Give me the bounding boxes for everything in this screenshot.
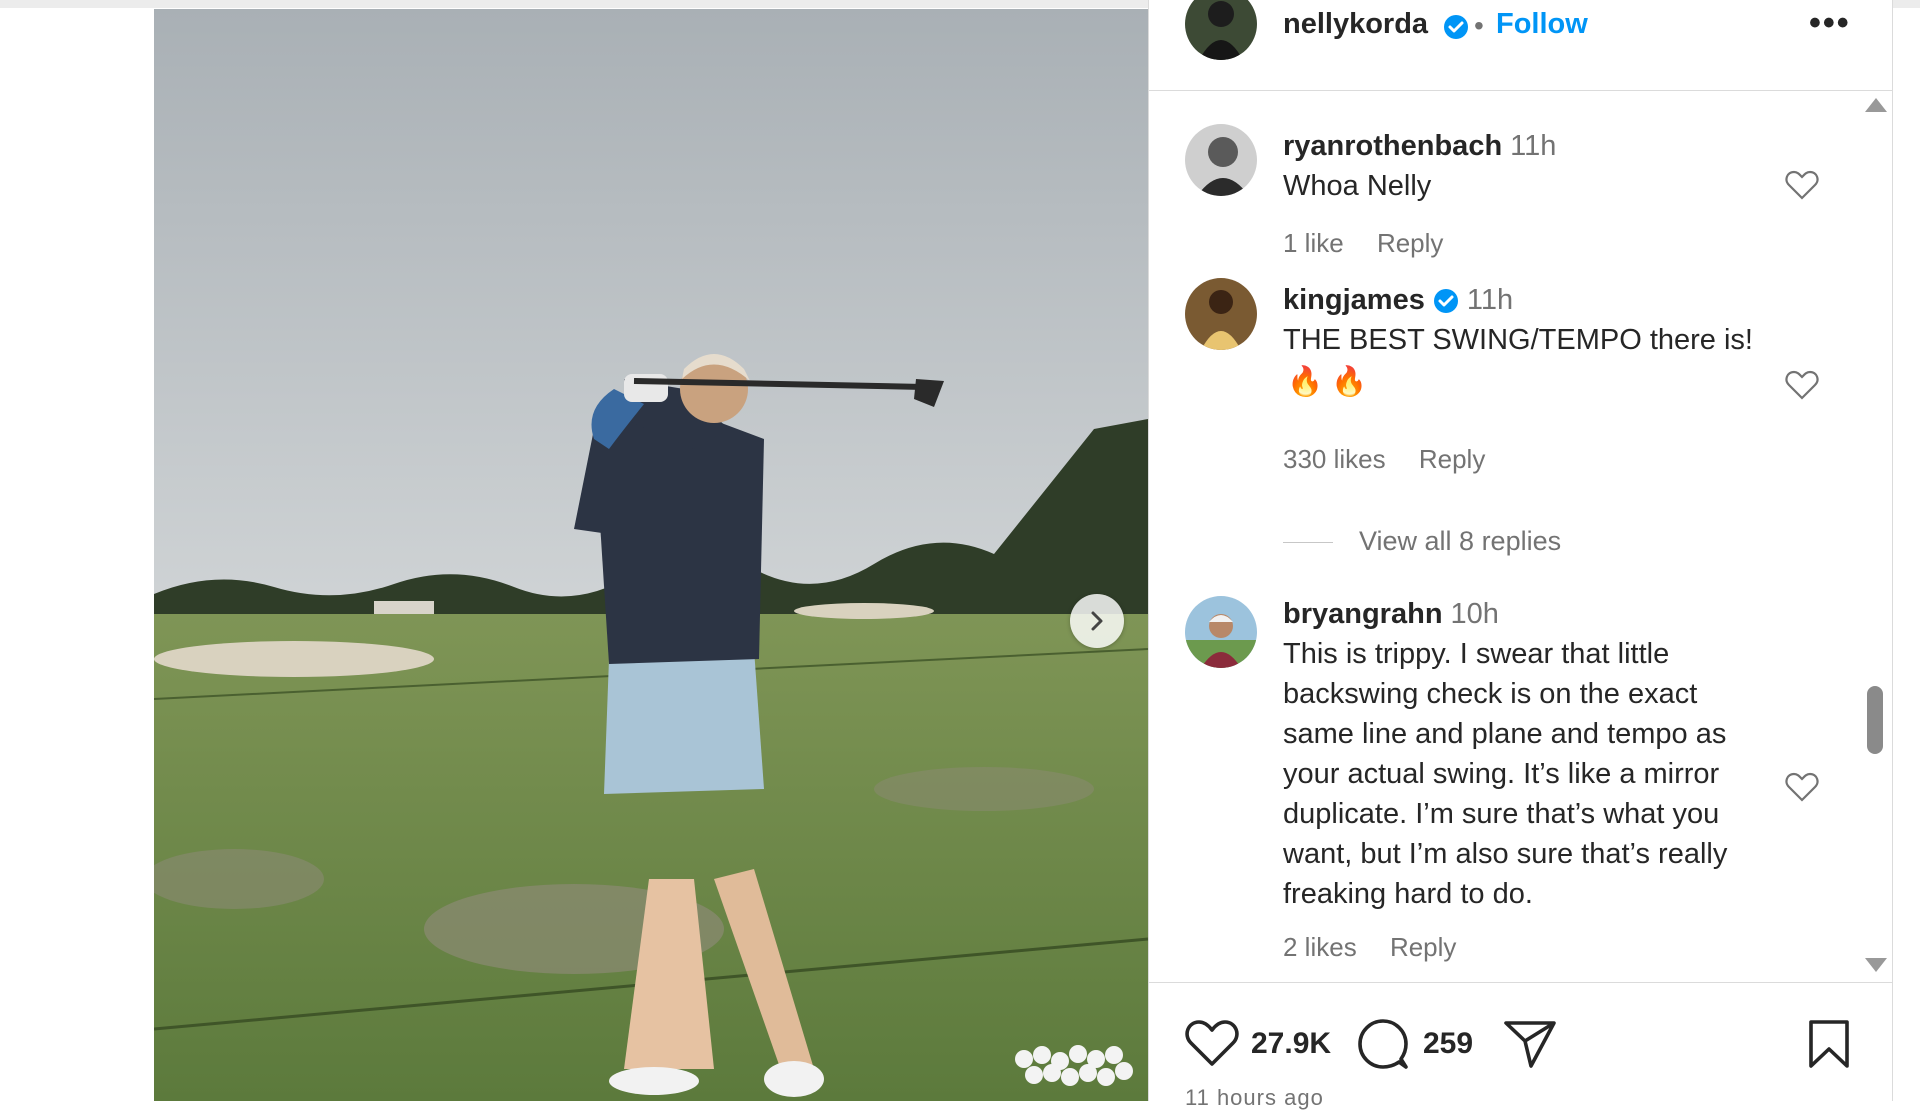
comment-username[interactable]: ryanrothenbach — [1283, 130, 1502, 162]
view-replies-label: View all 8 replies — [1359, 526, 1562, 556]
verified-icon — [1444, 15, 1468, 39]
replies-divider — [1283, 542, 1333, 544]
comment-text: This is trippy. I swear that little back… — [1283, 638, 1728, 910]
more-icon[interactable]: ••• — [1809, 4, 1851, 43]
comment-time: 11h — [1510, 130, 1557, 162]
comment-emoji: 🔥 🔥 — [1287, 366, 1368, 398]
avatar[interactable] — [1185, 278, 1257, 350]
comment-username[interactable]: bryangrahn — [1283, 598, 1443, 630]
author-avatar[interactable] — [1185, 0, 1257, 60]
comment-text: Whoa Nelly — [1283, 170, 1432, 202]
comment-username[interactable]: kingjames — [1283, 284, 1425, 316]
post-photo — [154, 9, 1148, 1101]
like-count[interactable]: 27.9K — [1251, 1027, 1331, 1061]
action-bar: 27.9K 259 11 hours ago — [1149, 982, 1893, 1110]
comment-meta: 330 likes Reply — [1283, 444, 1511, 475]
verified-icon — [1433, 289, 1458, 314]
comment-time: 11h — [1466, 284, 1514, 316]
share-icon[interactable] — [1503, 1019, 1557, 1069]
panel-border — [1892, 0, 1893, 1101]
reply-button[interactable]: Reply — [1390, 932, 1456, 962]
post-side-panel: nellykorda • Follow ••• ryanrothenbach 11… — [1148, 0, 1893, 1110]
next-photo-button[interactable] — [1070, 594, 1124, 648]
comment-likes[interactable]: 330 likes — [1283, 444, 1386, 474]
scroll-down-arrow[interactable] — [1865, 958, 1887, 972]
heart-icon[interactable] — [1185, 1019, 1239, 1067]
bookmark-icon[interactable] — [1807, 1019, 1851, 1069]
reply-button[interactable]: Reply — [1377, 228, 1443, 258]
follow-button[interactable]: Follow — [1496, 8, 1588, 41]
comment-text: THE BEST SWING/TEMPO there is! — [1283, 324, 1753, 356]
comment-count[interactable]: 259 — [1423, 1027, 1473, 1061]
avatar[interactable] — [1185, 596, 1257, 668]
header-separator: • — [1474, 10, 1484, 41]
comment-icon[interactable] — [1357, 1019, 1409, 1071]
comment-likes[interactable]: 2 likes — [1283, 932, 1357, 962]
heart-icon[interactable] — [1785, 370, 1819, 400]
reply-button[interactable]: Reply — [1419, 444, 1485, 474]
chevron-right-icon — [1091, 611, 1103, 631]
view-replies-button[interactable]: View all 8 replies — [1283, 526, 1561, 557]
comment-meta: 1 like Reply — [1283, 228, 1469, 259]
scroll-up-arrow[interactable] — [1865, 98, 1887, 112]
post-time: 11 hours ago — [1185, 1085, 1324, 1110]
scrollbar-thumb[interactable] — [1867, 686, 1883, 754]
comment-meta: 2 likes Reply — [1283, 932, 1482, 963]
heart-icon[interactable] — [1785, 772, 1819, 802]
comment-time: 10h — [1450, 598, 1499, 630]
comments-list: ryanrothenbach 11h Whoa Nelly 1 like Repl… — [1149, 92, 1869, 982]
avatar[interactable] — [1185, 124, 1257, 196]
author-username[interactable]: nellykorda — [1283, 8, 1428, 41]
comment-likes[interactable]: 1 like — [1283, 228, 1344, 258]
post-header: nellykorda • Follow ••• — [1149, 0, 1893, 91]
heart-icon[interactable] — [1785, 170, 1819, 200]
